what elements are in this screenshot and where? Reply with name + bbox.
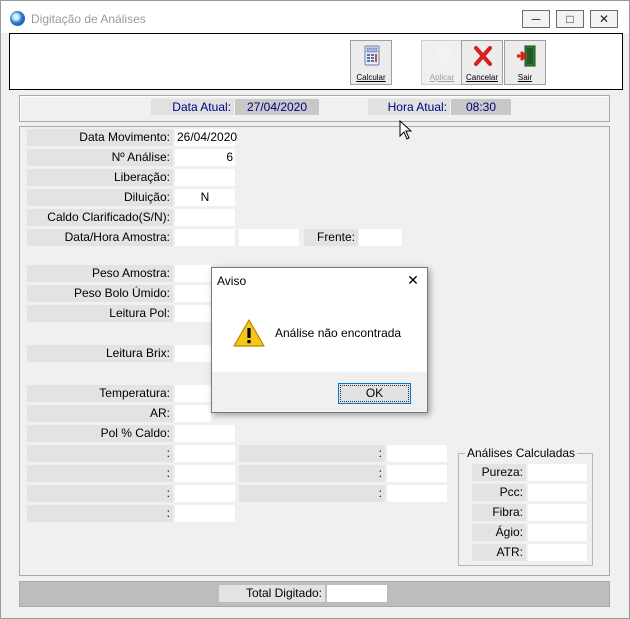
extra-left-label: : <box>27 445 173 462</box>
ok-button[interactable]: OK <box>338 383 411 404</box>
extra-mid-label: : <box>239 465 385 482</box>
extra-left-label: : <box>27 485 173 502</box>
extra-mid-label: : <box>239 445 385 462</box>
diluicao-field[interactable]: N <box>175 189 235 206</box>
maximize-icon: □ <box>566 12 574 26</box>
ok-label: OK <box>365 386 384 400</box>
calcular-button[interactable]: Calcular <box>350 40 392 85</box>
calculator-icon <box>364 45 380 66</box>
data-movimento-label: Data Movimento: <box>27 129 173 146</box>
peso-amostra-label: Peso Amostra: <box>27 265 173 282</box>
temperatura-field[interactable] <box>175 385 211 402</box>
data-atual-label: Data Atual: <box>151 99 234 115</box>
close-button[interactable]: ✕ <box>590 10 618 28</box>
dialog-message: Análise não encontrada <box>275 326 402 340</box>
calcular-label: Calcular <box>356 73 386 82</box>
hora-atual-value: 08:30 <box>451 99 511 115</box>
window-title: Digitação de Análises <box>31 12 146 26</box>
extra-left-field[interactable] <box>175 445 235 462</box>
agio-label: Ágio: <box>472 524 526 541</box>
fibra-label: Fibra: <box>472 504 526 521</box>
liberacao-label: Liberação: <box>27 169 173 186</box>
aplicar-button[interactable]: Aplicar <box>421 40 463 85</box>
data-atual-value: 27/04/2020 <box>235 99 319 115</box>
sair-label: Sair <box>517 73 533 82</box>
liberacao-field[interactable] <box>175 169 235 186</box>
title-bar[interactable]: Digitação de Análises ─ □ ✕ <box>1 1 629 33</box>
leitura-brix-field[interactable] <box>175 345 211 362</box>
warning-icon <box>233 319 265 347</box>
extra-left-label: : <box>27 505 173 522</box>
diluicao-label: Diluição: <box>27 189 173 206</box>
cancel-x-icon <box>474 46 492 66</box>
data-amostra-field[interactable] <box>175 229 235 246</box>
apply-icon <box>435 47 451 63</box>
dialog-content: Aviso ✕ Análise não encontrada <box>212 268 427 372</box>
pcc-label: Pcc: <box>472 484 526 501</box>
extra-mid-label: : <box>239 485 385 502</box>
extra-mid-field[interactable] <box>387 445 447 462</box>
atr-field[interactable] <box>528 544 587 561</box>
maximize-button[interactable]: □ <box>556 10 584 28</box>
caldo-clarificado-field[interactable] <box>175 209 235 226</box>
mouse-cursor-icon <box>399 120 413 140</box>
total-digitado-field[interactable] <box>327 585 387 602</box>
frente-field[interactable] <box>359 229 402 246</box>
aplicar-label: Aplicar <box>429 73 455 82</box>
exit-door-icon <box>517 45 536 67</box>
ar-field[interactable] <box>175 405 211 422</box>
pcc-field[interactable] <box>528 484 587 501</box>
leitura-brix-label: Leitura Brix: <box>27 345 173 362</box>
toolbar: Calcular Aplicar Cancelar Sair <box>9 33 623 90</box>
close-icon: ✕ <box>598 12 610 26</box>
frente-label: Frente: <box>304 229 358 246</box>
leitura-pol-field[interactable] <box>175 305 211 322</box>
dialog-close-icon[interactable]: ✕ <box>404 272 422 288</box>
pureza-label: Pureza: <box>472 464 526 481</box>
pol-caldo-label: Pol % Caldo: <box>27 425 173 442</box>
n-analise-field[interactable]: 6 <box>175 149 235 166</box>
hora-atual-label: Hora Atual: <box>368 99 450 115</box>
extra-mid-field[interactable] <box>387 485 447 502</box>
data-movimento-field[interactable]: 26/04/2020 <box>175 129 237 146</box>
pol-caldo-field[interactable] <box>175 425 235 442</box>
total-digitado-label: Total Digitado: <box>219 585 325 602</box>
agio-field[interactable] <box>528 524 587 541</box>
pureza-field[interactable] <box>528 464 587 481</box>
minimize-icon: ─ <box>531 12 541 26</box>
aviso-dialog: Aviso ✕ Análise não encontrada OK <box>211 267 428 413</box>
extra-left-field[interactable] <box>175 505 235 522</box>
fibra-field[interactable] <box>528 504 587 521</box>
minimize-button[interactable]: ─ <box>522 10 550 28</box>
peso-amostra-field[interactable] <box>175 265 211 282</box>
n-analise-label: Nº Análise: <box>27 149 173 166</box>
atr-label: ATR: <box>472 544 526 561</box>
main-window: Digitação de Análises ─ □ ✕ Calcular Apl… <box>0 0 630 619</box>
peso-bolo-field[interactable] <box>175 285 211 302</box>
temperatura-label: Temperatura: <box>27 385 173 402</box>
caldo-clarificado-label: Caldo Clarificado(S/N): <box>27 209 173 226</box>
dialog-title: Aviso <box>217 274 247 288</box>
ar-label: AR: <box>27 405 173 422</box>
extra-left-field[interactable] <box>175 485 235 502</box>
extra-left-label: : <box>27 465 173 482</box>
data-hora-amostra-label: Data/Hora Amostra: <box>27 229 173 246</box>
app-icon <box>10 11 25 26</box>
peso-bolo-label: Peso Bolo Úmido: <box>27 285 173 302</box>
sair-button[interactable]: Sair <box>504 40 546 85</box>
leitura-pol-label: Leitura Pol: <box>27 305 173 322</box>
cancelar-button[interactable]: Cancelar <box>461 40 503 85</box>
extra-left-field[interactable] <box>175 465 235 482</box>
extra-mid-field[interactable] <box>387 465 447 482</box>
cancelar-label: Cancelar <box>465 73 498 82</box>
hora-amostra-field[interactable] <box>239 229 299 246</box>
analises-calculadas-title: Análises Calculadas <box>465 446 578 460</box>
